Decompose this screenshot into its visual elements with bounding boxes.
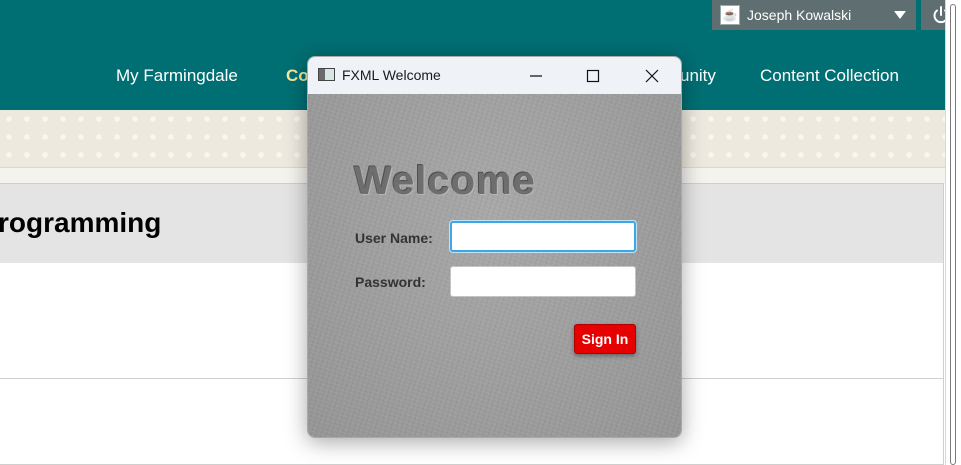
- user-name: Joseph Kowalski: [747, 7, 852, 23]
- close-button[interactable]: [624, 57, 680, 94]
- welcome-heading: Welcome: [354, 159, 536, 203]
- maximize-icon: [586, 69, 600, 82]
- sign-in-button[interactable]: Sign In: [574, 324, 636, 354]
- close-icon: [645, 69, 659, 82]
- username-input[interactable]: [450, 221, 636, 252]
- minimize-button[interactable]: [508, 57, 564, 94]
- nav-courses[interactable]: Co: [286, 66, 309, 86]
- nav-my-farmingdale[interactable]: My Farmingdale: [116, 66, 238, 86]
- window-title: FXML Welcome: [342, 67, 441, 83]
- fxml-welcome-window: FXML Welcome Welcome User Name: Password…: [307, 56, 682, 438]
- course-title: rogramming: [0, 207, 162, 238]
- username-label: User Name:: [355, 230, 433, 246]
- window-content: Welcome User Name: Password: Sign In: [308, 94, 681, 437]
- java-icon: ☕: [720, 5, 740, 25]
- nav-content-collection[interactable]: Content Collection: [760, 66, 899, 86]
- scroll-thumb[interactable]: [950, 4, 956, 465]
- window-titlebar[interactable]: FXML Welcome: [308, 57, 681, 94]
- maximize-button[interactable]: [565, 57, 621, 94]
- chevron-down-icon[interactable]: [894, 11, 906, 19]
- app-window-icon: [318, 68, 335, 81]
- password-input[interactable]: [450, 266, 636, 297]
- password-label: Password:: [355, 274, 426, 290]
- nav-community[interactable]: unity: [680, 66, 716, 86]
- minimize-icon: [530, 74, 542, 77]
- page-scrollbar[interactable]: [945, 0, 961, 465]
- user-menu[interactable]: ☕ Joseph Kowalski: [712, 0, 916, 30]
